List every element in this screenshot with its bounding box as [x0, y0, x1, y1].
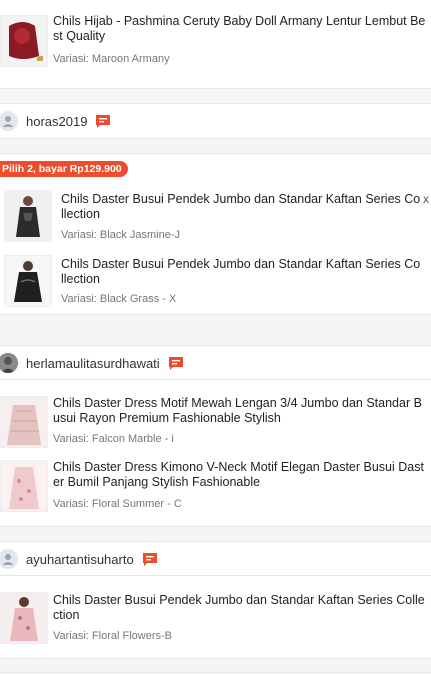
- bundle-promo-badge: Pilih 2, bayar Rp129.900: [0, 161, 128, 177]
- avatar: [0, 111, 18, 131]
- product-variant: Variasi: Floral Summer - C: [53, 498, 182, 510]
- product-thumbnail[interactable]: [4, 190, 52, 242]
- chat-icon[interactable]: [168, 356, 184, 371]
- product-thumbnail[interactable]: [0, 396, 48, 448]
- username[interactable]: ayuhartantisuharto: [26, 552, 134, 567]
- product-variant: Variasi: Floral Flowers-B: [53, 630, 172, 642]
- product-thumbnail[interactable]: [4, 255, 52, 307]
- product-title[interactable]: Chils Daster Dress Kimono V-Neck Motif E…: [53, 460, 428, 490]
- user-icon: [2, 116, 14, 127]
- seller-row[interactable]: horas2019: [0, 103, 431, 139]
- avatar: [0, 353, 18, 373]
- product-variant: Variasi: Falcon Marble - i: [53, 433, 174, 445]
- product-variant: Variasi: Black Grass - X: [61, 293, 177, 305]
- user-icon: [2, 554, 14, 565]
- avatar: [0, 549, 18, 569]
- remove-item-button[interactable]: x: [423, 192, 429, 206]
- seller-row[interactable]: ayuhartantisuharto: [0, 541, 431, 577]
- product-thumbnail[interactable]: [0, 15, 48, 67]
- username[interactable]: herlamaulitasurdhawati: [26, 356, 160, 371]
- username[interactable]: horas2019: [26, 114, 87, 129]
- seller-row[interactable]: herlamaulitasurdhawati: [0, 345, 431, 381]
- divider: [0, 672, 431, 673]
- product-variant: Variasi: Black Jasmine-J: [61, 229, 180, 241]
- product-thumbnail[interactable]: [0, 460, 48, 512]
- chat-icon[interactable]: [142, 552, 158, 567]
- product-title[interactable]: Chils Daster Busui Pendek Jumbo dan Stan…: [53, 593, 428, 623]
- product-thumbnail[interactable]: [0, 592, 48, 644]
- product-title[interactable]: Chils Daster Dress Motif Mewah Lengan 3/…: [53, 396, 428, 426]
- chat-icon[interactable]: [95, 114, 111, 129]
- product-title[interactable]: Chils Daster Busui Pendek Jumbo dan Stan…: [61, 257, 421, 287]
- product-variant: Variasi: Maroon Armany: [53, 53, 170, 65]
- profile-photo-icon: [0, 353, 18, 373]
- product-title[interactable]: Chils Daster Busui Pendek Jumbo dan Stan…: [61, 192, 421, 222]
- product-title[interactable]: Chils Hijab - Pashmina Ceruty Baby Doll …: [53, 14, 428, 44]
- order-card-1: Chils Hijab - Pashmina Ceruty Baby Doll …: [0, 0, 431, 89]
